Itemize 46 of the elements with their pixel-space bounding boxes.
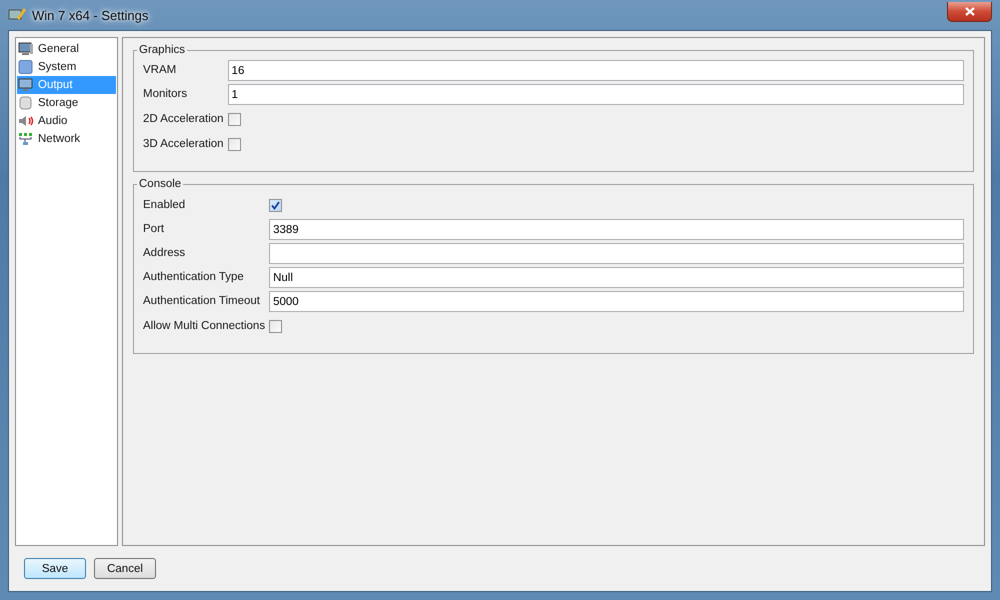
computer-icon (18, 42, 34, 56)
network-icon (18, 132, 34, 146)
sidebar-item[interactable]: System (17, 58, 116, 76)
field-label: Port (143, 222, 166, 237)
checkbox[interactable] (269, 320, 282, 332)
sidebar-item[interactable]: Audio (17, 112, 116, 130)
field-label: Authentication Type (143, 270, 245, 285)
checkbox[interactable] (228, 112, 241, 126)
input-field[interactable]: 16 (228, 60, 964, 81)
input-field[interactable]: 5000 (269, 291, 964, 312)
speaker-icon (18, 114, 34, 128)
dialog-button[interactable]: Cancel (94, 558, 156, 579)
square-icon (18, 60, 34, 74)
sidebar-item-label: System (38, 61, 76, 73)
settings-window-icon (8, 7, 26, 23)
sidebar-item[interactable]: Network (17, 130, 116, 148)
input-field[interactable]: Null (269, 267, 964, 288)
close-button[interactable] (947, 2, 992, 22)
sidebar-item-label: Audio (38, 115, 68, 127)
input-field[interactable]: 1 (228, 84, 964, 105)
sidebar-item-label: Storage (38, 97, 78, 109)
section-title: Console (138, 178, 182, 190)
field-label: VRAM (143, 63, 178, 78)
window-title: Win 7 x64 - Settings (32, 8, 148, 22)
cylinder-icon (18, 96, 34, 110)
sidebar-item-label: Network (38, 133, 80, 145)
input-field[interactable]: 3389 (269, 219, 964, 240)
field-label: 3D Acceleration (143, 136, 224, 152)
checkmark-icon (271, 200, 280, 210)
field-label: Enabled (143, 198, 186, 212)
close-icon (964, 7, 974, 16)
input-field[interactable] (269, 243, 964, 264)
field-label: Address (143, 246, 186, 261)
field-label: Monitors (143, 87, 188, 102)
sidebar-item[interactable]: Storage (17, 94, 116, 112)
dialog-button[interactable]: Save (24, 558, 86, 579)
checkbox[interactable] (228, 138, 241, 150)
sidebar-item[interactable]: General (17, 40, 116, 58)
section-title: Graphics (138, 44, 186, 56)
sidebar-item-label: General (38, 43, 79, 55)
checkbox[interactable] (269, 198, 282, 212)
field-label: Authentication Timeout (143, 294, 261, 309)
sidebar-item-label: Output (38, 79, 73, 91)
monitor-icon (18, 78, 34, 92)
field-label: 2D Acceleration (143, 112, 224, 126)
field-label: Allow Multi Connections (143, 318, 266, 334)
